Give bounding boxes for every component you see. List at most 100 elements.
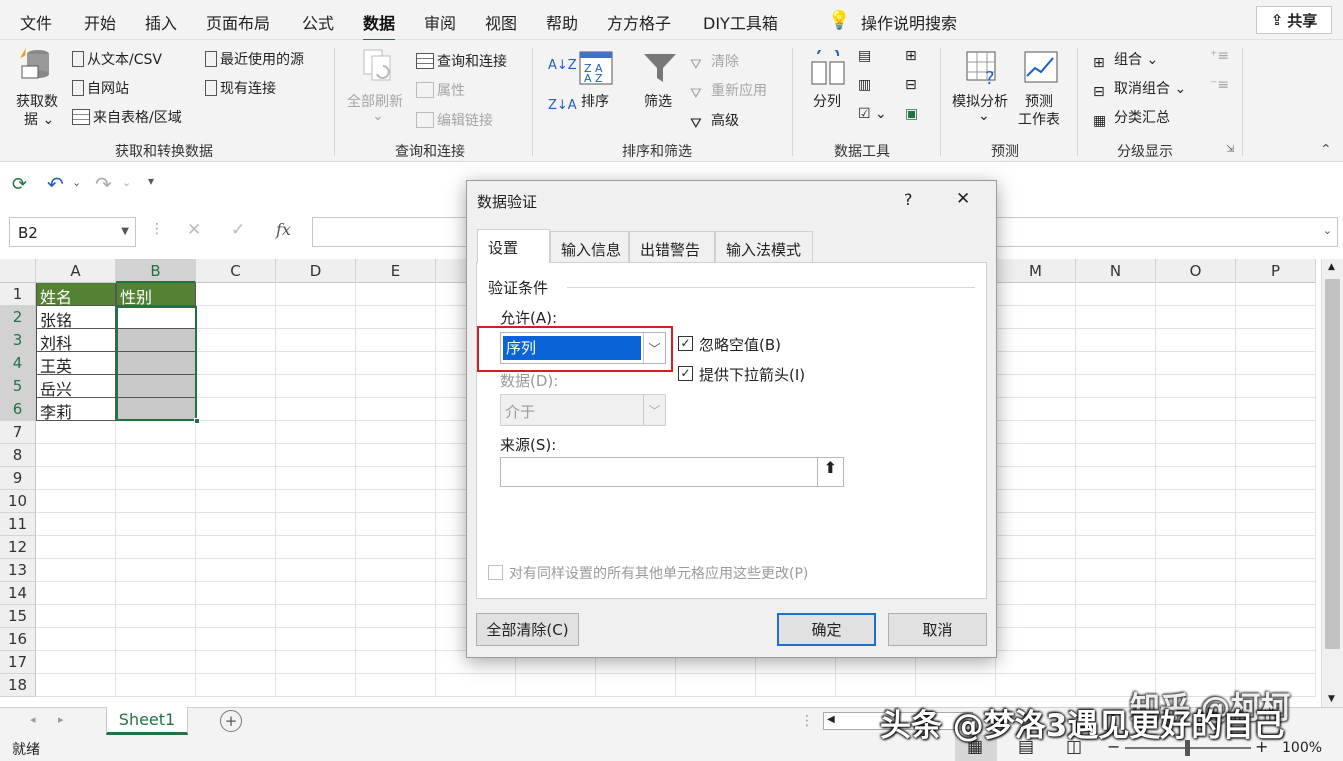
cell-p2[interactable] bbox=[1236, 306, 1316, 329]
group-button[interactable]: ⊞ 组合 ⌄ bbox=[1093, 49, 1158, 71]
cell-a16[interactable] bbox=[36, 628, 116, 651]
get-data-label-1[interactable]: 获取数 bbox=[16, 91, 58, 111]
data-select[interactable]: 介于 ﹀ bbox=[500, 394, 666, 426]
cell-b18[interactable] bbox=[116, 674, 196, 697]
cell-e17[interactable] bbox=[356, 651, 436, 674]
sort-az-icon[interactable]: A↓Z bbox=[548, 58, 577, 73]
collapse-ribbon-icon[interactable]: ⌃ bbox=[1320, 142, 1332, 158]
cell-a12[interactable] bbox=[36, 536, 116, 559]
apply-all-checkbox[interactable] bbox=[488, 565, 503, 580]
cell-a5[interactable]: 岳兴 bbox=[36, 375, 116, 399]
cell-b13[interactable] bbox=[116, 559, 196, 582]
advanced-filter-button[interactable]: ⛛ 高级 bbox=[690, 110, 739, 132]
cell-a1[interactable]: 姓名 bbox=[36, 283, 116, 307]
tab-input-message[interactable]: 输入信息 bbox=[550, 231, 629, 263]
cell-m9[interactable] bbox=[996, 467, 1076, 490]
clear-all-button[interactable]: 全部清除(C) bbox=[476, 613, 579, 646]
column-header-p[interactable]: P bbox=[1236, 259, 1316, 283]
cell-n2[interactable] bbox=[1076, 306, 1156, 329]
close-icon[interactable]: ✕ bbox=[956, 189, 970, 209]
cell-d3[interactable] bbox=[276, 329, 356, 352]
cell-b2[interactable] bbox=[116, 306, 196, 329]
cell-e1[interactable] bbox=[356, 283, 436, 306]
collapse-dialog-icon[interactable]: ⬆ bbox=[817, 458, 843, 486]
row-header-2[interactable]: 2 bbox=[0, 306, 36, 329]
share-button[interactable]: ⇪ 共享 bbox=[1256, 6, 1332, 34]
cell-p9[interactable] bbox=[1236, 467, 1316, 490]
cell-a11[interactable] bbox=[36, 513, 116, 536]
existing-connections-button[interactable]: 现有连接 bbox=[205, 78, 276, 98]
forecast-label-1[interactable]: 预测 bbox=[1025, 91, 1053, 111]
show-detail-icon[interactable]: ⁺≡ bbox=[1210, 48, 1229, 64]
cell-c4[interactable] bbox=[196, 352, 276, 375]
cell-b10[interactable] bbox=[116, 490, 196, 513]
cell-b16[interactable] bbox=[116, 628, 196, 651]
column-header-m[interactable]: M bbox=[996, 259, 1076, 283]
redo-icon[interactable]: ↷ bbox=[95, 172, 112, 196]
cell-p17[interactable] bbox=[1236, 651, 1316, 674]
cell-n12[interactable] bbox=[1076, 536, 1156, 559]
cell-m12[interactable] bbox=[996, 536, 1076, 559]
cell-o10[interactable] bbox=[1156, 490, 1236, 513]
clear-filter-button[interactable]: ⛛ 清除 bbox=[690, 51, 739, 73]
scroll-left-icon[interactable]: ◀ bbox=[827, 714, 835, 725]
cell-d11[interactable] bbox=[276, 513, 356, 536]
cell-m14[interactable] bbox=[996, 582, 1076, 605]
cell-o5[interactable] bbox=[1156, 375, 1236, 398]
cell-k18[interactable] bbox=[836, 674, 916, 697]
cell-d9[interactable] bbox=[276, 467, 356, 490]
cell-n11[interactable] bbox=[1076, 513, 1156, 536]
cell-n17[interactable] bbox=[1076, 651, 1156, 674]
cell-a6[interactable]: 李莉 bbox=[36, 398, 116, 422]
column-header-o[interactable]: O bbox=[1156, 259, 1236, 283]
cell-m3[interactable] bbox=[996, 329, 1076, 352]
cell-e11[interactable] bbox=[356, 513, 436, 536]
cell-a2[interactable]: 张铭 bbox=[36, 306, 116, 330]
cell-d12[interactable] bbox=[276, 536, 356, 559]
cell-m1[interactable] bbox=[996, 283, 1076, 306]
sort-button[interactable]: 排序 bbox=[581, 91, 609, 111]
cell-n13[interactable] bbox=[1076, 559, 1156, 582]
source-input[interactable]: ⬆ bbox=[500, 457, 844, 487]
cell-d10[interactable] bbox=[276, 490, 356, 513]
scroll-up-icon[interactable]: ▲ bbox=[1328, 262, 1335, 272]
cell-d8[interactable] bbox=[276, 444, 356, 467]
forecast-label-2[interactable]: 工作表 bbox=[1018, 109, 1060, 129]
cell-m2[interactable] bbox=[996, 306, 1076, 329]
cell-m10[interactable] bbox=[996, 490, 1076, 513]
cell-b5[interactable] bbox=[116, 375, 196, 398]
cell-p15[interactable] bbox=[1236, 605, 1316, 628]
cell-d17[interactable] bbox=[276, 651, 356, 674]
cell-n8[interactable] bbox=[1076, 444, 1156, 467]
row-header-10[interactable]: 10 bbox=[0, 490, 36, 513]
reapply-button[interactable]: ⛛ 重新应用 bbox=[690, 80, 767, 102]
column-header-e[interactable]: E bbox=[356, 259, 436, 283]
cell-p4[interactable] bbox=[1236, 352, 1316, 375]
cell-o3[interactable] bbox=[1156, 329, 1236, 352]
ungroup-button[interactable]: ⊟ 取消组合 ⌄ bbox=[1093, 78, 1186, 100]
queries-connections-button[interactable]: 查询和连接 bbox=[416, 51, 507, 71]
cell-c5[interactable] bbox=[196, 375, 276, 398]
cell-n5[interactable] bbox=[1076, 375, 1156, 398]
add-sheet-icon[interactable]: + bbox=[220, 710, 242, 732]
row-header-14[interactable]: 14 bbox=[0, 582, 36, 605]
zoom-level[interactable]: 100% bbox=[1282, 740, 1322, 756]
cell-o11[interactable] bbox=[1156, 513, 1236, 536]
cell-o17[interactable] bbox=[1156, 651, 1236, 674]
cell-e16[interactable] bbox=[356, 628, 436, 651]
refresh-dropdown-icon[interactable]: ⌄ bbox=[372, 108, 384, 124]
cell-c9[interactable] bbox=[196, 467, 276, 490]
cell-a7[interactable] bbox=[36, 421, 116, 444]
tab-ime-mode[interactable]: 输入法模式 bbox=[715, 231, 813, 263]
cell-c8[interactable] bbox=[196, 444, 276, 467]
cell-p7[interactable] bbox=[1236, 421, 1316, 444]
cell-b4[interactable] bbox=[116, 352, 196, 375]
cell-d1[interactable] bbox=[276, 283, 356, 306]
cell-o12[interactable] bbox=[1156, 536, 1236, 559]
from-text-button[interactable]: 从文本/CSV bbox=[72, 49, 162, 69]
tab-settings[interactable]: 设置 bbox=[477, 229, 550, 263]
cell-b9[interactable] bbox=[116, 467, 196, 490]
cell-d5[interactable] bbox=[276, 375, 356, 398]
cell-a9[interactable] bbox=[36, 467, 116, 490]
edit-links-button[interactable]: 编辑链接 bbox=[416, 110, 493, 130]
